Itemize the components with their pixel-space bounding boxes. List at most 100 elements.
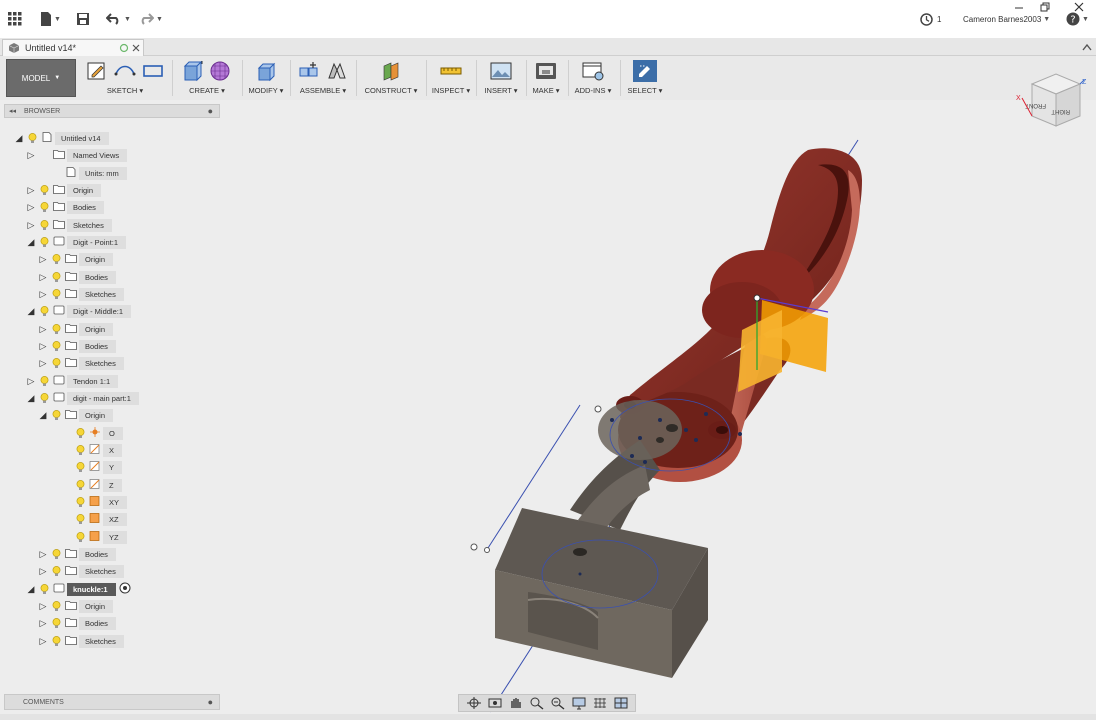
rectangle-tool-icon[interactable] bbox=[141, 60, 165, 82]
expand-toggle-icon[interactable]: ▷ bbox=[26, 150, 36, 161]
browser-node[interactable]: ▷ Bodies bbox=[38, 547, 116, 561]
visibility-bulb-icon[interactable] bbox=[52, 340, 61, 352]
visibility-bulb-icon[interactable] bbox=[40, 201, 49, 213]
orbit-icon[interactable] bbox=[466, 696, 482, 710]
create-sketch-icon[interactable] bbox=[85, 60, 109, 82]
visibility-bulb-icon[interactable] bbox=[76, 479, 85, 491]
expand-toggle-icon[interactable]: ▷ bbox=[38, 636, 48, 647]
inspect-group[interactable]: INSPECT ▾ bbox=[430, 58, 472, 98]
file-menu-button[interactable]: ▼ bbox=[40, 10, 61, 28]
comments-panel[interactable]: COMMENTS ● bbox=[4, 694, 220, 710]
3d-print-icon[interactable] bbox=[534, 60, 558, 82]
visibility-bulb-icon[interactable] bbox=[52, 565, 61, 577]
joint-icon[interactable] bbox=[325, 60, 349, 82]
browser-pin-icon[interactable]: ● bbox=[208, 106, 213, 116]
3d-viewport[interactable] bbox=[222, 100, 1096, 720]
fit-icon[interactable] bbox=[550, 696, 566, 710]
browser-node[interactable]: ▷ Tendon 1:1 bbox=[26, 374, 119, 388]
close-tab-icon[interactable] bbox=[131, 43, 141, 53]
sketch-endpoint[interactable] bbox=[484, 547, 490, 553]
browser-node[interactable]: X bbox=[62, 443, 123, 457]
browser-node[interactable]: YZ bbox=[62, 530, 127, 544]
expand-toggle-icon[interactable]: ◢ bbox=[14, 133, 24, 144]
select-group[interactable]: SELECT ▾ bbox=[624, 58, 666, 98]
visibility-bulb-icon[interactable] bbox=[52, 600, 61, 612]
visibility-bulb-icon[interactable] bbox=[52, 548, 61, 560]
activate-component-icon[interactable] bbox=[119, 582, 131, 596]
browser-node[interactable]: Units: mm bbox=[38, 166, 127, 180]
visibility-bulb-icon[interactable] bbox=[76, 427, 85, 439]
save-button[interactable] bbox=[76, 10, 90, 28]
assemble-group[interactable]: ASSEMBLE ▾ bbox=[294, 58, 352, 98]
minimize-button[interactable] bbox=[1012, 0, 1026, 14]
browser-node[interactable]: ▷ Bodies bbox=[38, 616, 116, 630]
expand-toggle-icon[interactable]: ◢ bbox=[38, 410, 48, 421]
expand-toggle-icon[interactable]: ▷ bbox=[38, 549, 48, 560]
browser-node[interactable]: ▷ Origin bbox=[38, 599, 114, 613]
expand-toggle-icon[interactable]: ◢ bbox=[26, 584, 36, 595]
undo-button[interactable]: ▼ bbox=[106, 10, 131, 28]
viewcube[interactable]: FRONT RIGHT X Z bbox=[1014, 70, 1090, 136]
visibility-bulb-icon[interactable] bbox=[40, 392, 49, 404]
document-tab[interactable]: Untitled v14* bbox=[2, 39, 144, 56]
browser-node[interactable]: Z bbox=[62, 478, 122, 492]
browser-node[interactable]: ▷ Sketches bbox=[38, 564, 124, 578]
browser-node[interactable]: XY bbox=[62, 495, 128, 509]
expand-toggle-icon[interactable]: ▷ bbox=[38, 254, 48, 265]
visibility-bulb-icon[interactable] bbox=[28, 132, 37, 144]
display-settings-icon[interactable] bbox=[571, 696, 587, 710]
expand-toggle-icon[interactable]: ▷ bbox=[38, 341, 48, 352]
expand-toggle-icon[interactable]: ▷ bbox=[38, 618, 48, 629]
new-component-icon[interactable] bbox=[297, 60, 321, 82]
line-tool-icon[interactable] bbox=[113, 60, 137, 82]
expand-toggle-icon[interactable]: ▷ bbox=[38, 272, 48, 283]
browser-node[interactable]: ▷ Named Views bbox=[26, 148, 128, 162]
visibility-bulb-icon[interactable] bbox=[52, 253, 61, 265]
expand-toggle-icon[interactable]: ▷ bbox=[38, 358, 48, 369]
browser-node[interactable]: ▷ Sketches bbox=[38, 634, 124, 648]
measure-icon[interactable] bbox=[439, 60, 463, 82]
expand-toggle-icon[interactable]: ▷ bbox=[38, 566, 48, 577]
insert-group[interactable]: INSERT ▾ bbox=[480, 58, 522, 98]
browser-node[interactable]: ◢ Untitled v14 bbox=[14, 131, 109, 145]
browser-node[interactable]: ▷ Origin bbox=[38, 322, 114, 336]
expand-toggle-icon[interactable]: ▷ bbox=[26, 185, 36, 196]
press-pull-icon[interactable] bbox=[254, 60, 278, 82]
addins-group[interactable]: ADD-INS ▾ bbox=[570, 58, 616, 98]
expand-toggle-icon[interactable]: ▷ bbox=[26, 202, 36, 213]
browser-node[interactable]: ▷ Sketches bbox=[38, 287, 124, 301]
visibility-bulb-icon[interactable] bbox=[52, 288, 61, 300]
construct-group[interactable]: CONSTRUCT ▾ bbox=[360, 58, 422, 98]
workspace-switcher-button[interactable]: MODEL ▼ bbox=[6, 59, 76, 97]
comments-pin-icon[interactable]: ● bbox=[208, 697, 213, 707]
redo-button[interactable]: ▼ bbox=[138, 10, 163, 28]
select-tool-icon[interactable] bbox=[633, 60, 657, 82]
browser-node[interactable]: ▷ Origin bbox=[26, 183, 102, 197]
browser-node[interactable]: ▷ Sketches bbox=[26, 218, 112, 232]
visibility-bulb-icon[interactable] bbox=[40, 305, 49, 317]
form-icon[interactable] bbox=[209, 60, 233, 82]
browser-header[interactable]: ◂◂ BROWSER ● bbox=[4, 104, 220, 118]
apps-grid-icon[interactable] bbox=[8, 10, 22, 28]
visibility-bulb-icon[interactable] bbox=[40, 236, 49, 248]
visibility-bulb-icon[interactable] bbox=[40, 184, 49, 196]
browser-node[interactable]: O bbox=[62, 426, 123, 440]
sketch-endpoint[interactable] bbox=[470, 543, 478, 551]
browser-node[interactable]: ◢ Digit - Point:1 bbox=[26, 235, 127, 249]
visibility-bulb-icon[interactable] bbox=[40, 375, 49, 387]
viewports-icon[interactable] bbox=[613, 696, 629, 710]
expand-toggle-icon[interactable]: ▷ bbox=[38, 601, 48, 612]
visibility-bulb-icon[interactable] bbox=[40, 219, 49, 231]
browser-node[interactable]: ▷ Bodies bbox=[26, 200, 104, 214]
expand-toggle-icon[interactable]: ▷ bbox=[26, 376, 36, 387]
browser-node[interactable]: ◢ Digit - Middle:1 bbox=[26, 304, 132, 318]
expand-toggle-icon[interactable]: ◢ bbox=[26, 237, 36, 248]
sketch-group[interactable]: SKETCH ▾ bbox=[82, 58, 168, 98]
expand-toggle-icon[interactable]: ▷ bbox=[38, 324, 48, 335]
visibility-bulb-icon[interactable] bbox=[52, 323, 61, 335]
zoom-icon[interactable] bbox=[529, 696, 545, 710]
visibility-bulb-icon[interactable] bbox=[52, 635, 61, 647]
visibility-bulb-icon[interactable] bbox=[52, 357, 61, 369]
pan-icon[interactable] bbox=[508, 696, 524, 710]
browser-node[interactable]: ▷ Sketches bbox=[38, 356, 124, 370]
